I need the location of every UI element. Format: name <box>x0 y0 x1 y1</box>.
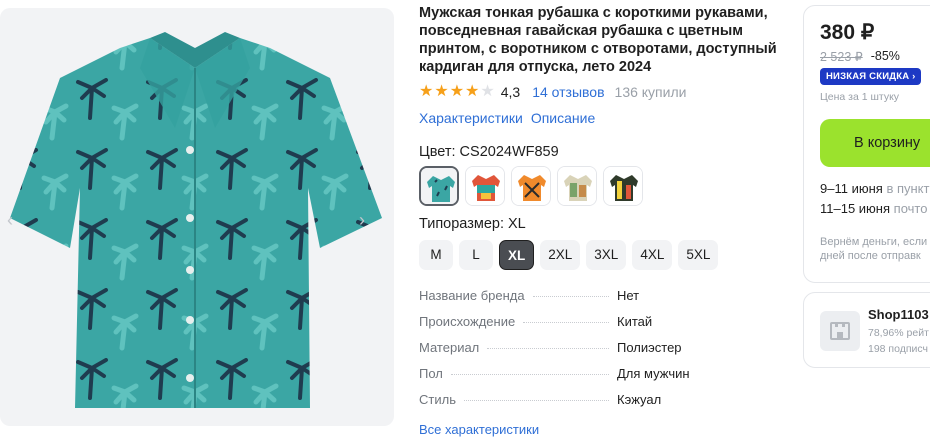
star-icon: ★ <box>465 83 480 100</box>
rating-stars: ★ ★ ★ ★ ★ <box>419 84 495 100</box>
shop-name[interactable]: Shop1103 <box>868 307 929 322</box>
spec-value: Кэжуал <box>617 392 662 407</box>
spec-row: Пол Для мужчин <box>419 366 709 392</box>
color-variant-1[interactable] <box>419 166 459 206</box>
size-option-xl[interactable]: XL <box>499 240 535 270</box>
shop-card[interactable]: Shop1103 78,96% рейт 198 подписч <box>803 292 930 368</box>
description-link[interactable]: Описание <box>531 110 595 126</box>
characteristics-link[interactable]: Характеристики <box>419 110 523 126</box>
spec-value: Для мужчин <box>617 366 690 381</box>
delivery-date: 9–11 июня <box>820 181 883 196</box>
refund-note: Вернём деньги, если дней после отправк <box>820 235 930 263</box>
delivery-place: в пункт <box>886 181 930 196</box>
color-variant-4[interactable] <box>557 166 597 206</box>
refund-line: дней после отправк <box>820 250 921 262</box>
shop-rating: 78,96% рейт <box>868 327 929 339</box>
spec-key: Происхождение <box>419 314 516 329</box>
color-variant-2[interactable] <box>465 166 505 206</box>
product-info: Мужская тонкая рубашка с короткими рукав… <box>419 4 789 437</box>
rating-value: 4,3 <box>500 84 521 100</box>
chevron-left-icon[interactable]: ‹ <box>2 208 18 232</box>
old-price-row: 2 523 ₽ -85% <box>820 49 930 64</box>
size-option-4xl[interactable]: 4XL <box>632 240 673 270</box>
discount-badge[interactable]: НИЗКАЯ СКИДКА › <box>820 68 922 85</box>
spec-key: Пол <box>419 366 443 381</box>
product-image <box>10 32 382 408</box>
size-options: M L XL 2XL 3XL 4XL 5XL <box>419 240 789 270</box>
delivery-option[interactable]: 11–15 июня почто <box>820 199 930 219</box>
product-image-gallery[interactable]: ‹ › <box>0 8 394 426</box>
price-per-unit: Цена за 1 штуку <box>820 91 900 103</box>
spec-value: Нет <box>617 288 640 303</box>
current-price: 380 ₽ <box>820 21 875 44</box>
spec-value: Полиэстер <box>617 340 682 355</box>
shop-subscribers: 198 подписч <box>868 343 929 355</box>
star-half-icon: ★ <box>480 83 495 100</box>
spec-row: Стиль Кэжуал <box>419 392 709 418</box>
spec-list: Название бренда Нет Происхождение Китай … <box>419 288 709 418</box>
delivery-date: 11–15 июня <box>820 201 891 216</box>
add-to-cart-button[interactable]: В корзину <box>820 119 930 167</box>
product-title: Мужская тонкая рубашка с короткими рукав… <box>419 5 777 75</box>
spec-row: Происхождение Китай <box>419 314 709 340</box>
delivery-option[interactable]: 9–11 июня в пункт <box>820 179 930 199</box>
color-variants <box>419 166 789 206</box>
spec-row: Название бренда Нет <box>419 288 709 314</box>
size-option-l[interactable]: L <box>459 240 493 270</box>
price-card: 380 ₽ 2 523 ₽ -85% НИЗКАЯ СКИДКА › Цена … <box>803 5 930 283</box>
shop-logo-icon <box>820 311 860 351</box>
color-variant-5[interactable] <box>603 166 643 206</box>
chevron-right-icon[interactable]: › <box>354 208 370 232</box>
size-option-5xl[interactable]: 5XL <box>678 240 719 270</box>
color-label: Цвет: CS2024WF859 <box>419 144 559 160</box>
old-price: 2 523 ₽ <box>820 50 863 64</box>
spec-row: Материал Полиэстер <box>419 340 709 366</box>
size-option-3xl[interactable]: 3XL <box>586 240 627 270</box>
section-links: Характеристики Описание <box>419 110 789 126</box>
refund-line: Вернём деньги, если <box>820 236 928 248</box>
spec-value: Китай <box>617 314 653 329</box>
star-icon: ★ <box>434 83 449 100</box>
spec-key: Стиль <box>419 392 456 407</box>
size-option-2xl[interactable]: 2XL <box>540 240 581 270</box>
delivery-place: почто <box>893 201 928 216</box>
size-option-m[interactable]: M <box>419 240 453 270</box>
star-icon: ★ <box>449 83 465 100</box>
star-icon: ★ <box>419 83 434 100</box>
all-characteristics-link[interactable]: Все характеристики <box>419 422 789 437</box>
spec-key: Материал <box>419 340 480 355</box>
color-variant-3[interactable] <box>511 166 551 206</box>
spec-key: Название бренда <box>419 288 525 303</box>
delivery-options: 9–11 июня в пункт 11–15 июня почто <box>820 179 930 219</box>
size-label: Типоразмер: XL <box>419 216 526 232</box>
bought-count: 136 купили <box>614 84 687 100</box>
reviews-link[interactable]: 14 отзывов <box>532 84 604 100</box>
rating-row: ★ ★ ★ ★ ★ 4,3 14 отзывов 136 купили <box>419 82 789 102</box>
discount-percent: -85% <box>870 49 900 63</box>
